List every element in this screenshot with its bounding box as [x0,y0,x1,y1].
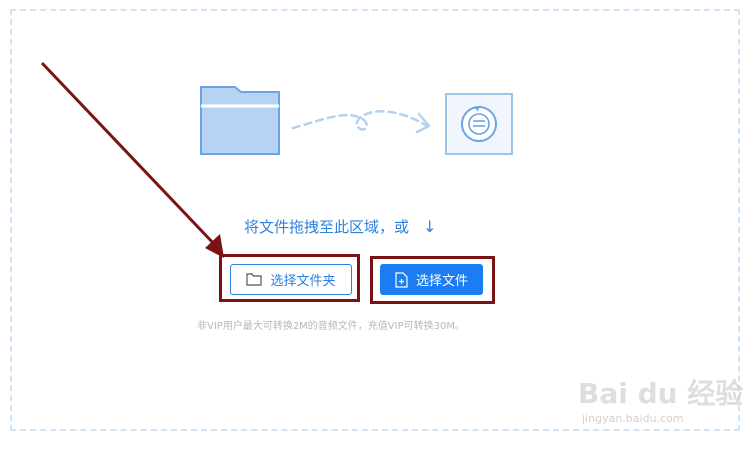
audio-convert-icon [445,93,513,155]
select-file-label: 选择文件 [415,274,468,289]
transfer-arrow-icon [291,110,431,134]
drop-prompt-text: 将文件拖拽至此区域，或 [244,218,410,236]
vip-hint-text: 非VIP用户最大可转换2M的音频文件，充值VIP可转换30M。 [197,321,465,332]
file-add-icon [395,271,408,288]
upload-illustration [200,86,513,155]
drop-prompt: 将文件拖拽至此区域，或 ↓ [244,214,436,240]
baidu-jingyan-watermark: Bai du 经验 jingyan.baidu.com [578,366,743,432]
folder-icon [246,273,263,286]
select-file-button[interactable]: 选择文件 [380,264,483,295]
select-folder-label: 选择文件夹 [270,274,336,289]
watermark-brand: Bai du 经验 [578,377,744,410]
folder-illustration-icon [200,86,280,155]
watermark-url: jingyan.baidu.com [582,412,684,425]
select-folder-button[interactable]: 选择文件夹 [230,264,352,295]
down-arrow-icon: ↓ [423,217,437,236]
